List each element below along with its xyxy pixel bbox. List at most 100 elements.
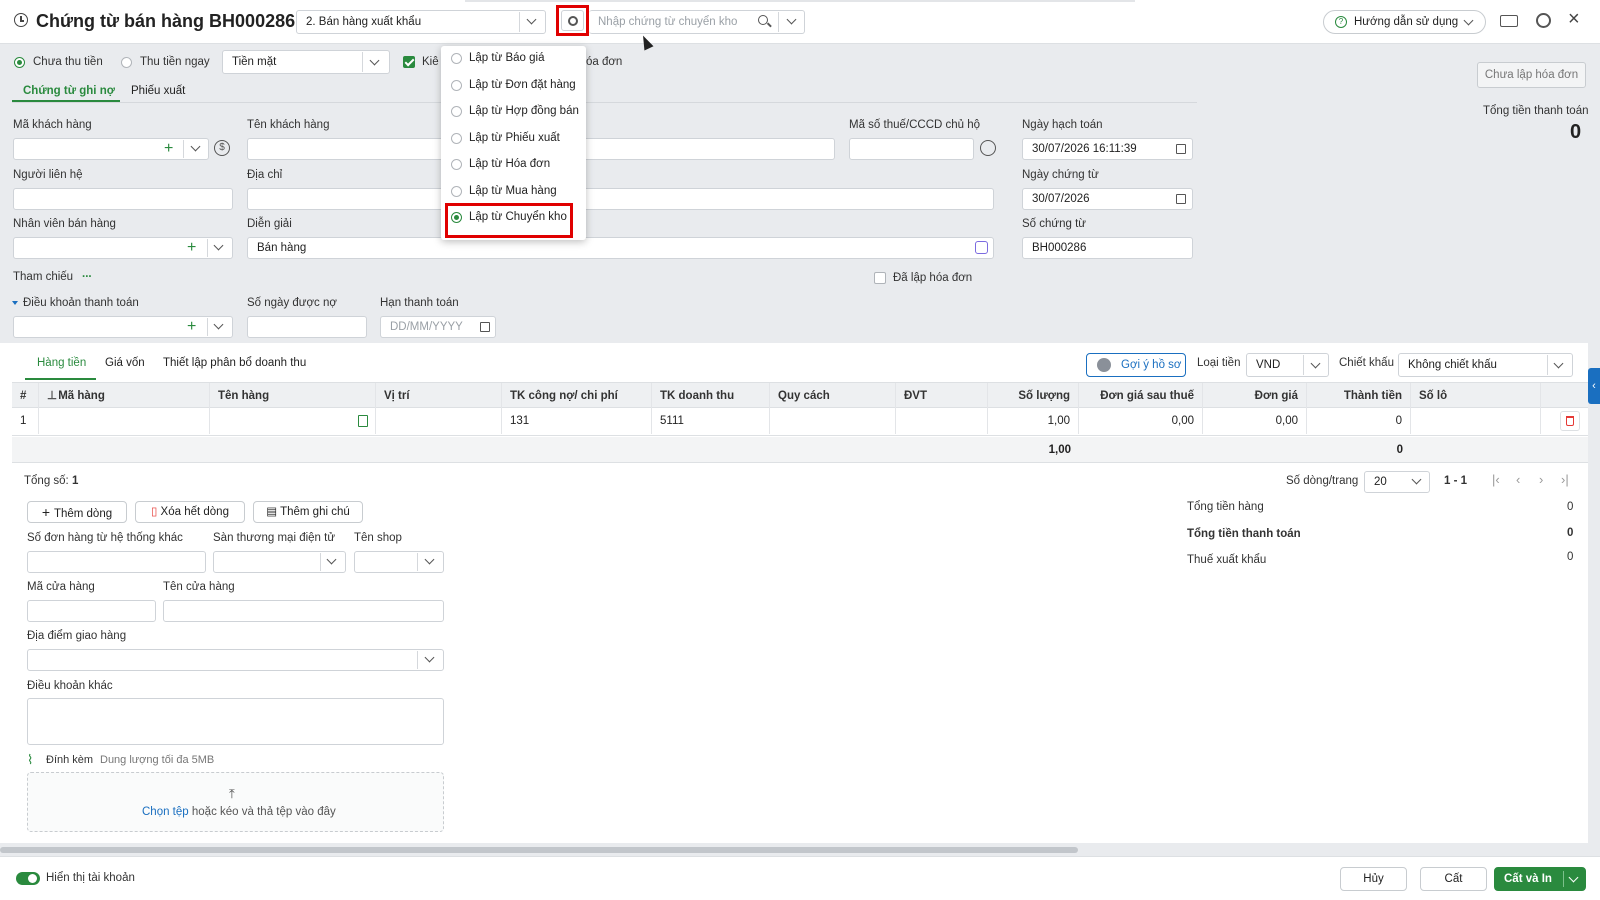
menu-item-invoice[interactable]: Lập từ Hóa đơn [441, 152, 581, 178]
delete-row-button[interactable] [1560, 411, 1580, 431]
voucher-date-value: 30/07/2026 [1032, 193, 1090, 205]
collapse-caret-icon[interactable] [12, 301, 18, 305]
customer-code-input[interactable] [13, 138, 209, 160]
help-button[interactable]: ? Hướng dẫn sử dụng [1323, 10, 1486, 34]
voucher-no-value: BH000286 [1032, 242, 1087, 254]
store-name-input[interactable] [163, 600, 444, 622]
payment-method-select[interactable]: Tiền mặt [222, 50, 390, 74]
due-date-input[interactable]: DD/MM/YYYY [380, 316, 496, 338]
suggest-profile-button[interactable]: Gợi ý hồ sơ [1086, 353, 1186, 377]
horizontal-scrollbar[interactable] [0, 847, 1078, 853]
add-customer-icon[interactable]: + [164, 141, 173, 157]
upload-dropzone[interactable]: ⤒ Chọn tệp hoặc kéo và thả tệp vào đây [27, 772, 444, 832]
add-salesperson-icon[interactable]: + [187, 240, 196, 256]
cell-price[interactable]: 0,00 [1203, 408, 1307, 434]
radio-unpaid[interactable] [14, 57, 25, 68]
invoice-status-button[interactable]: Chưa lập hóa đơn [1477, 62, 1586, 88]
menu-item-sales-contract[interactable]: Lập từ Hợp đồng bán [441, 99, 581, 125]
prev-page-icon[interactable]: ‹ [1516, 472, 1520, 487]
pin-icon[interactable]: ⊥ [47, 383, 57, 409]
upload-icon: ⤒ [229, 786, 235, 801]
currency-icon[interactable]: $ [214, 140, 230, 156]
table-row[interactable]: 1 131 5111 1,00 0,00 0,00 0 [12, 408, 1588, 436]
delivery-select[interactable] [27, 649, 444, 671]
save-print-button[interactable]: Cất và In [1494, 867, 1586, 891]
add-icon: + [41, 504, 54, 520]
close-icon[interactable]: × [1568, 9, 1580, 29]
history-icon[interactable] [14, 13, 28, 27]
cancel-button[interactable]: Hủy [1340, 867, 1407, 891]
cell-spec[interactable] [770, 408, 896, 434]
customer-name-label: Tên khách hàng [247, 119, 330, 131]
tab-goods-money[interactable]: Hàng tiền [37, 357, 86, 369]
save-button[interactable]: Cất [1420, 867, 1487, 891]
tab-revenue-allocation[interactable]: Thiết lập phân bổ doanh thu [163, 357, 306, 369]
radio-paid-now[interactable] [121, 57, 132, 68]
credit-days-input[interactable] [247, 316, 367, 338]
due-date-calendar-icon[interactable] [480, 322, 490, 332]
voucher-calendar-icon[interactable] [1176, 194, 1186, 204]
menu-item-purchase[interactable]: Lập từ Mua hàng [441, 179, 581, 205]
tax-id-input[interactable] [849, 138, 974, 160]
rows-per-page-select[interactable]: 20 [1364, 471, 1430, 493]
voucher-date-input[interactable]: 30/07/2026 [1022, 188, 1193, 210]
cell-item-code[interactable] [39, 408, 210, 434]
address-input[interactable] [247, 188, 994, 210]
cell-location[interactable] [376, 408, 502, 434]
create-from-settings-button[interactable] [561, 10, 584, 31]
cell-price-after-tax[interactable]: 0,00 [1079, 408, 1203, 434]
last-page-icon[interactable]: ›| [1561, 472, 1569, 487]
show-accounts-toggle[interactable] [16, 872, 40, 885]
cell-item-name[interactable] [210, 408, 376, 434]
side-panel-toggle[interactable]: ‹ [1588, 368, 1600, 404]
salesperson-input[interactable] [13, 237, 233, 259]
keyboard-icon[interactable] [1500, 15, 1518, 27]
top-total-value: 0 [1570, 121, 1582, 143]
add-payment-terms-icon[interactable]: + [187, 319, 196, 335]
export-checkbox[interactable] [403, 56, 415, 68]
marketplace-select[interactable] [213, 551, 346, 573]
cell-unit[interactable] [896, 408, 988, 434]
first-page-icon[interactable]: |‹ [1492, 472, 1500, 487]
description-input[interactable]: Bán hàng [247, 237, 994, 259]
menu-item-export-slip[interactable]: Lập từ Phiếu xuất [441, 126, 581, 152]
settings-gear-icon[interactable] [1536, 13, 1551, 28]
cell-revenue-account[interactable]: 5111 [652, 408, 770, 434]
delete-all-rows-button[interactable]: ▯ Xóa hết dòng [135, 501, 245, 523]
cell-qty[interactable]: 1,00 [988, 408, 1079, 434]
export-tax-label: Thuế xuất khẩu [1187, 554, 1267, 566]
cell-amount[interactable]: 0 [1307, 408, 1411, 434]
add-row-button[interactable]: + Thêm dòng [27, 501, 127, 523]
voucher-no-input[interactable]: BH000286 [1022, 237, 1193, 259]
salesperson-label: Nhân viên bán hàng [13, 218, 116, 230]
next-page-icon[interactable]: › [1539, 472, 1543, 487]
ai-suggest-icon[interactable] [975, 241, 988, 254]
menu-item-sales-order[interactable]: Lập từ Đơn đặt hàng [441, 73, 581, 99]
radio-icon [451, 53, 462, 64]
store-code-input[interactable] [27, 600, 156, 622]
radio-paid-now-label: Thu tiền ngay [140, 56, 210, 68]
contact-input[interactable] [13, 188, 233, 210]
menu-item-quotation[interactable]: Lập từ Báo giá [441, 46, 581, 72]
order-no-input[interactable] [27, 551, 206, 573]
payment-terms-input[interactable] [13, 316, 233, 338]
col-revenue-account: TK doanh thu [652, 383, 770, 409]
tab-debit-voucher[interactable]: Chứng từ ghi nợ [23, 85, 115, 97]
excel-file-icon[interactable] [358, 415, 368, 427]
add-note-button[interactable]: ▤ Thêm ghi chú [253, 501, 363, 523]
transfer-search-input[interactable]: Nhập chứng từ chuyển kho [589, 10, 805, 34]
cell-lot[interactable] [1411, 408, 1541, 434]
posting-date-input[interactable]: 30/07/2026 16:11:39 [1022, 138, 1193, 160]
invoiced-checkbox[interactable] [874, 272, 886, 284]
show-accounts-label: Hiển thị tài khoản [46, 872, 135, 884]
other-terms-textarea[interactable] [27, 698, 444, 745]
reference-link[interactable]: ... [82, 268, 92, 280]
globe-search-icon[interactable] [980, 140, 996, 156]
voucher-type-select[interactable]: 2. Bán hàng xuất khẩu [296, 10, 546, 34]
upload-link[interactable]: Chọn tệp [142, 806, 189, 818]
save-print-chevron-icon[interactable] [1568, 872, 1579, 883]
tab-cost[interactable]: Giá vốn [105, 357, 145, 369]
cell-debit-account[interactable]: 131 [502, 408, 652, 434]
calendar-icon[interactable] [1176, 144, 1186, 154]
tab-export-slip[interactable]: Phiếu xuất [131, 85, 185, 97]
